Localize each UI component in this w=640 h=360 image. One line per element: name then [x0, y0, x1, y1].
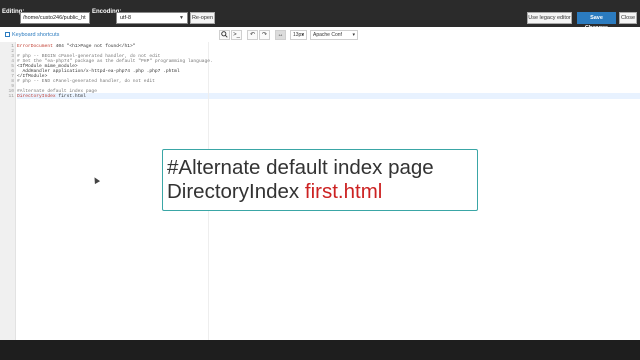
redo-button[interactable]: ↷: [259, 30, 270, 40]
mode-value: Apache Conf: [313, 32, 342, 38]
zoom-directive-line: DirectoryIndex first.html: [167, 180, 473, 204]
keyboard-shortcuts-link[interactable]: Keyboard shortcuts: [5, 32, 59, 38]
zoomed-code-callout: #Alternate default index page DirectoryI…: [162, 149, 478, 211]
close-button[interactable]: Close: [619, 12, 637, 24]
code-text: 404 "<h1>Page not found</h1>": [55, 44, 136, 49]
wrap-icon: ↔: [277, 32, 284, 38]
zoom-directive: DirectoryIndex: [167, 180, 300, 203]
code-directive: DirectoryIndex: [17, 94, 56, 99]
bottom-bar: [0, 340, 640, 360]
wrap-toggle-button[interactable]: ↔: [275, 30, 286, 40]
zoom-comment-line: #Alternate default index page: [167, 156, 434, 179]
terminal-button[interactable]: >_: [231, 30, 242, 40]
code-directive: ErrorDocument: [17, 44, 53, 49]
font-size-select[interactable]: 13px ▾: [290, 30, 307, 40]
keyboard-icon: [5, 32, 10, 38]
mode-select[interactable]: Apache Conf ▾: [310, 30, 358, 40]
code-line: DirectoryIndex first.html: [17, 94, 86, 99]
legacy-editor-button[interactable]: Use legacy editor: [527, 12, 572, 24]
keyboard-shortcuts-label: Keyboard shortcuts: [12, 32, 60, 38]
file-path-field[interactable]: /home/custo246/public_ht: [20, 12, 90, 24]
chevron-down-icon: ▼: [179, 15, 184, 21]
code-line: ErrorDocument 404 "<h1>Page not found</h…: [17, 44, 136, 49]
search-button[interactable]: [219, 30, 230, 40]
code-line: # php -- END cPanel-generated handler, d…: [17, 79, 155, 84]
undo-icon: ↶: [249, 32, 256, 38]
zoom-directive-value: first.html: [304, 180, 383, 203]
active-line-highlight: [17, 93, 640, 99]
line-number: 11: [8, 94, 14, 99]
chevron-down-icon: ▾: [352, 32, 355, 38]
search-icon: [221, 31, 228, 38]
chevron-down-icon: ▾: [301, 32, 304, 38]
reopen-button[interactable]: Re-open: [190, 12, 215, 24]
code-text: first.html: [58, 94, 86, 99]
encoding-value: utf-8: [120, 15, 132, 21]
mouse-cursor-icon: [91, 175, 101, 185]
encoding-select[interactable]: utf-8 ▼: [116, 12, 188, 24]
redo-icon: ↷: [261, 32, 268, 38]
save-changes-button[interactable]: Save Changes: [577, 12, 616, 31]
top-bar: Editing: /home/custo246/public_ht Encodi…: [0, 0, 640, 31]
undo-button[interactable]: ↶: [247, 30, 258, 40]
terminal-icon: >_: [233, 32, 240, 38]
